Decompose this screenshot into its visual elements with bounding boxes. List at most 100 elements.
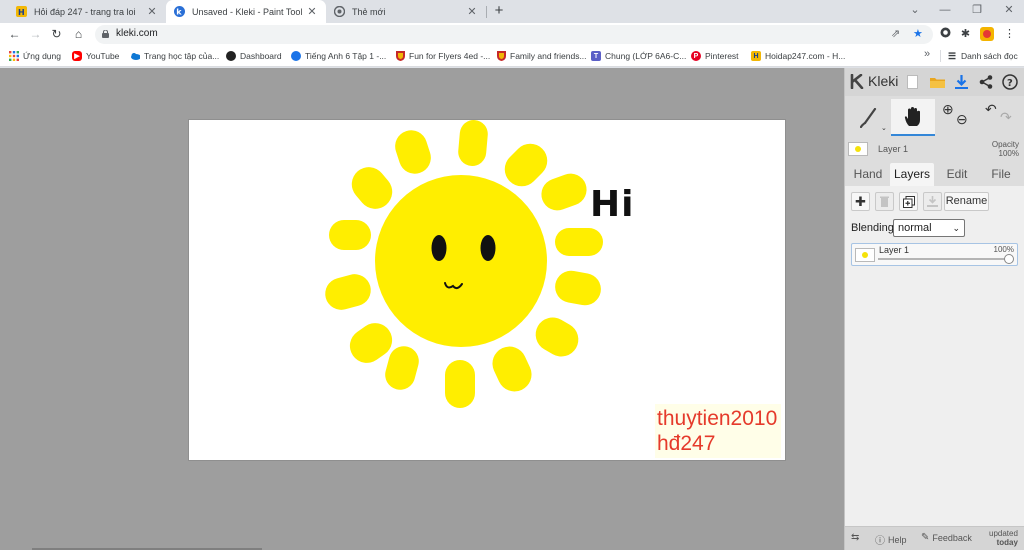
user-avatar-icon[interactable]	[979, 27, 994, 42]
close-tab-icon[interactable]: ✕	[306, 5, 318, 18]
reading-list-button[interactable]: ☰ Danh sách đọc	[947, 46, 1018, 66]
chevron-down-icon[interactable]: ⌄	[881, 124, 887, 132]
bookmark-dashboard[interactable]: Dashboard	[226, 46, 282, 66]
sun-ray	[329, 220, 371, 250]
blending-mode-select[interactable]: normal ⌄	[893, 219, 965, 237]
bookmark-tieng-anh[interactable]: Tiếng Anh 6 Tập 1 -...	[291, 46, 386, 66]
shield-icon	[395, 51, 405, 61]
tab-search-icon[interactable]: ⌄	[900, 0, 930, 23]
add-layer-button[interactable]: ✚	[851, 192, 870, 211]
new-tab-button[interactable]: +	[490, 2, 508, 20]
opacity-label: Opacity	[991, 140, 1019, 149]
tab-layers[interactable]: Layers	[890, 163, 934, 186]
bookmark-hoidap247[interactable]: H Hoidap247.com - H...	[751, 46, 845, 66]
tab-hoidap[interactable]: H Hỏi đáp 247 - trang tra loi ✕	[8, 0, 166, 23]
help-button[interactable]: ⓘ Help	[875, 532, 907, 548]
back-arrow-icon[interactable]: ←	[6, 26, 23, 43]
download-icon[interactable]	[953, 73, 970, 90]
swap-side-button[interactable]: ⇆	[851, 532, 862, 543]
bookmarks-overflow-button[interactable]: »	[924, 48, 930, 60]
share-page-icon[interactable]: ⇗	[891, 28, 900, 41]
forward-arrow-icon[interactable]: →	[27, 26, 44, 43]
maximize-button[interactable]: ❐	[962, 0, 992, 23]
undo-icon[interactable]: ↶	[985, 101, 997, 118]
close-tab-icon[interactable]: ✕	[146, 5, 158, 18]
layer-opacity-slider[interactable]	[878, 258, 1009, 260]
home-icon[interactable]: ⌂	[70, 26, 87, 43]
opacity-value: 100%	[998, 149, 1019, 158]
address-bar[interactable]: kleki.com ⇗ ★	[95, 25, 933, 44]
feedback-button[interactable]: ✎ Feedback	[921, 532, 972, 543]
bookmark-flyers[interactable]: Fun for Flyers 4ed -...	[395, 46, 490, 66]
close-window-button[interactable]: ✕	[994, 0, 1024, 23]
bookmark-star-icon[interactable]: ★	[913, 28, 923, 41]
sun-ray	[541, 173, 587, 211]
sun-left-eye	[431, 235, 447, 261]
reload-icon[interactable]: ↻	[48, 26, 65, 43]
sun-right-eye	[480, 235, 496, 261]
help-circle-icon[interactable]: ?	[1001, 73, 1018, 90]
bookmark-pinterest[interactable]: P Pinterest	[691, 46, 739, 66]
duplicate-layer-button[interactable]	[899, 192, 918, 211]
opacity-readout: Opacity 100%	[992, 140, 1019, 158]
brush-tool-button[interactable]: ⌄	[849, 99, 889, 136]
bookmark-onedrive[interactable]: Trang học tập của...	[130, 46, 219, 66]
new-image-icon[interactable]	[904, 73, 921, 90]
bookmark-apps[interactable]: Ứng dụng	[9, 46, 61, 66]
layer-opacity-slider-handle[interactable]	[1004, 254, 1014, 264]
tab-hand[interactable]: Hand	[848, 163, 888, 186]
bookmark-label: Pinterest	[705, 51, 739, 61]
sun-ray	[555, 228, 603, 256]
canvas-hi-text: Hi	[590, 184, 635, 225]
browser-toolbar: ← → ↻ ⌂ kleki.com ⇗ ★ ✱ ⋮	[0, 23, 1024, 46]
updated-line-1: updated	[989, 529, 1018, 538]
kleki-logo[interactable]: Kleki	[850, 73, 898, 89]
open-folder-icon[interactable]	[929, 73, 946, 90]
tab-new[interactable]: Thẻ mới ✕	[326, 0, 486, 23]
zoom-out-icon[interactable]: ⊖	[956, 111, 968, 128]
sun-ray	[351, 167, 393, 209]
hand-tool-button[interactable]	[891, 99, 935, 136]
bookmark-family-friends[interactable]: Family and friends...	[496, 46, 587, 66]
menu-kebab-icon[interactable]: ⋮	[1002, 27, 1017, 42]
bookmark-label: Trang học tập của...	[144, 51, 220, 61]
layer-list-item[interactable]: Layer 1 100%	[851, 243, 1018, 266]
redo-icon[interactable]: ↷	[1000, 109, 1012, 126]
dashboard-icon	[226, 51, 236, 61]
bookmark-label: Dashboard	[240, 51, 282, 61]
swap-arrows-icon: ⇆	[851, 532, 860, 543]
updated-badge[interactable]: updated today	[989, 529, 1018, 547]
brush-icon	[860, 107, 877, 128]
minimize-button[interactable]: —	[930, 0, 960, 23]
delete-layer-button[interactable]	[875, 192, 894, 211]
extension-profile-icon[interactable]	[938, 27, 953, 42]
bookmark-youtube[interactable]: ▶ YouTube	[72, 46, 119, 66]
lock-icon	[102, 30, 109, 38]
tab-kleki[interactable]: k Unsaved - Kleki - Paint Tool ✕	[166, 0, 326, 23]
close-tab-icon[interactable]: ✕	[466, 5, 478, 18]
tab-file[interactable]: File	[981, 163, 1021, 186]
svg-text:?: ?	[1007, 78, 1013, 89]
pencil-icon: ✎	[921, 532, 930, 543]
merge-layer-button[interactable]	[923, 192, 942, 211]
canvas-workspace[interactable]: Hi thuytien2010 hđ247	[0, 68, 844, 550]
feedback-label: Feedback	[932, 532, 972, 543]
share-icon[interactable]	[977, 73, 994, 90]
tab-edit[interactable]: Edit	[937, 163, 977, 186]
watermark-line-2: hđ247	[657, 432, 716, 455]
bookmark-label: Fun for Flyers 4ed -...	[409, 51, 491, 61]
bookmarks-divider	[940, 50, 941, 62]
shield-icon	[496, 51, 506, 61]
extensions-puzzle-icon[interactable]: ✱	[958, 27, 973, 42]
rename-layer-button[interactable]: Rename	[944, 192, 989, 211]
teams-icon: T	[591, 51, 601, 61]
zoom-in-icon[interactable]: ⊕	[942, 101, 954, 118]
current-layer-thumbnail[interactable]	[848, 142, 868, 156]
drawing-canvas[interactable]: Hi thuytien2010 hđ247	[189, 120, 785, 460]
reading-list-label: Danh sách đọc	[961, 51, 1018, 61]
tab-title: Hỏi đáp 247 - trang tra loi	[34, 6, 136, 17]
kleki-side-panel: Kleki ? ⌄ ⊕ ⊖ ↶ ↷ Layer 1 Opacity 100% H…	[844, 68, 1024, 550]
tab-separator	[486, 6, 487, 18]
sun-ray	[535, 317, 579, 357]
bookmark-teams[interactable]: T Chung (LỚP 6A6-C...	[591, 46, 686, 66]
